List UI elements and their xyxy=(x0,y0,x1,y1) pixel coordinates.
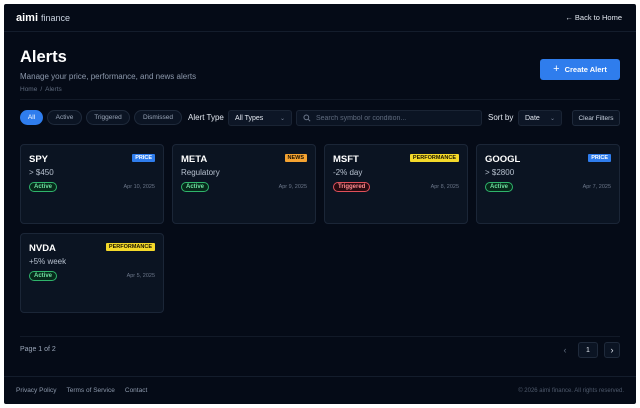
tab-triggered[interactable]: Triggered xyxy=(86,110,130,125)
filter-bar: All Active Triggered Dismissed Alert Typ… xyxy=(20,110,620,127)
sort-by-select[interactable]: Date ⌄ xyxy=(518,110,562,126)
page-subtitle: Manage your price, performance, and news… xyxy=(20,72,197,81)
search-input[interactable] xyxy=(315,114,475,122)
chevron-right-icon: › xyxy=(610,345,614,355)
alert-date: Apr 10, 2025 xyxy=(123,184,156,190)
plus-icon: + xyxy=(553,63,560,75)
create-alert-label: Create Alert xyxy=(564,65,607,74)
alert-condition: Regulatory xyxy=(181,168,220,177)
alert-date: Apr 5, 2025 xyxy=(126,273,155,279)
alert-symbol: SPY xyxy=(29,154,49,165)
alert-condition: +5% week xyxy=(29,257,67,266)
alert-type-value: All Types xyxy=(235,114,264,122)
alert-type-select[interactable]: All Types ⌄ xyxy=(228,110,292,126)
divider xyxy=(20,99,620,100)
page-info: Page 1 of 2 xyxy=(20,346,56,353)
alert-symbol: GOOGL xyxy=(485,154,521,165)
app-frame: aimi finance ← Back to Home Alerts Manag… xyxy=(4,4,636,404)
search-box[interactable] xyxy=(296,110,482,126)
top-bar: aimi finance ← Back to Home xyxy=(4,4,636,32)
alert-date: Apr 7, 2025 xyxy=(582,184,611,190)
status-badge: Active xyxy=(29,271,58,281)
alert-type-badge: NEWS xyxy=(284,154,307,162)
page-title: Alerts xyxy=(20,48,67,66)
sort-by-value: Date xyxy=(525,114,540,122)
terms-of-service-link[interactable]: Terms of Service xyxy=(66,387,114,394)
privacy-policy-link[interactable]: Privacy Policy xyxy=(16,387,56,394)
brand-subname: finance xyxy=(41,12,71,23)
alert-card-googl[interactable]: GOOGL PRICE > $2800 Active Apr 7, 2025 xyxy=(476,144,620,224)
footer: Privacy Policy Terms of Service Contact … xyxy=(4,376,636,404)
breadcrumb: Home / Alerts xyxy=(20,86,196,93)
breadcrumb-current: Alerts xyxy=(45,86,62,93)
chevron-down-icon: ⌄ xyxy=(549,115,555,122)
back-to-home-link[interactable]: ← Back to Home xyxy=(565,13,622,22)
alert-type-badge: PERFORMANCE xyxy=(409,154,459,162)
sort-by-label: Sort by xyxy=(488,113,514,122)
tab-all[interactable]: All xyxy=(20,110,43,125)
contact-link[interactable]: Contact xyxy=(125,387,147,394)
page-number-button[interactable]: 1 xyxy=(578,342,598,358)
alert-card-spy[interactable]: SPY PRICE > $450 Active Apr 10, 2025 xyxy=(20,144,164,224)
brand-logo[interactable]: aimi finance xyxy=(16,12,70,24)
breadcrumb-separator: / xyxy=(40,86,43,93)
alert-condition: -2% day xyxy=(333,168,363,177)
divider xyxy=(20,336,620,337)
alert-type-badge: PRICE xyxy=(588,154,611,162)
alert-type-badge: PERFORMANCE xyxy=(105,243,155,251)
tab-active[interactable]: Active xyxy=(47,110,82,125)
copyright: © 2026 aimi finance. All rights reserved… xyxy=(518,387,624,394)
alert-card-nvda[interactable]: NVDA PERFORMANCE +5% week Active Apr 5, … xyxy=(20,233,164,313)
clear-filters-button[interactable]: Clear Filters xyxy=(572,110,620,126)
page-header: Alerts Manage your price, performance, a… xyxy=(20,48,196,93)
status-badge: Active xyxy=(485,182,514,192)
search-icon xyxy=(303,114,311,122)
alert-condition: > $2800 xyxy=(485,168,515,177)
next-page-button[interactable]: › xyxy=(604,342,620,358)
brand-name: aimi xyxy=(16,11,39,24)
footer-links: Privacy Policy Terms of Service Contact xyxy=(16,387,147,394)
alert-date: Apr 8, 2025 xyxy=(430,184,459,190)
alert-card-meta[interactable]: META NEWS Regulatory Active Apr 9, 2025 xyxy=(172,144,316,224)
status-badge: Triggered xyxy=(333,182,371,192)
create-alert-button[interactable]: + Create Alert xyxy=(540,59,620,80)
status-badge: Active xyxy=(181,182,210,192)
alert-condition: > $450 xyxy=(29,168,54,177)
alert-date: Apr 9, 2025 xyxy=(278,184,307,190)
alert-card-msft[interactable]: MSFT PERFORMANCE -2% day Triggered Apr 8… xyxy=(324,144,468,224)
alert-type-label: Alert Type xyxy=(188,113,224,122)
prev-page-button[interactable]: ‹ xyxy=(558,342,572,358)
alert-type-badge: PRICE xyxy=(132,154,155,162)
status-badge: Active xyxy=(29,182,58,192)
alert-symbol: MSFT xyxy=(333,154,359,165)
chevron-down-icon: ⌄ xyxy=(279,115,285,122)
alert-symbol: NVDA xyxy=(29,243,56,254)
chevron-left-icon: ‹ xyxy=(563,345,567,355)
alert-symbol: META xyxy=(181,154,208,165)
tab-dismissed[interactable]: Dismissed xyxy=(134,110,182,125)
breadcrumb-home[interactable]: Home xyxy=(20,86,37,93)
